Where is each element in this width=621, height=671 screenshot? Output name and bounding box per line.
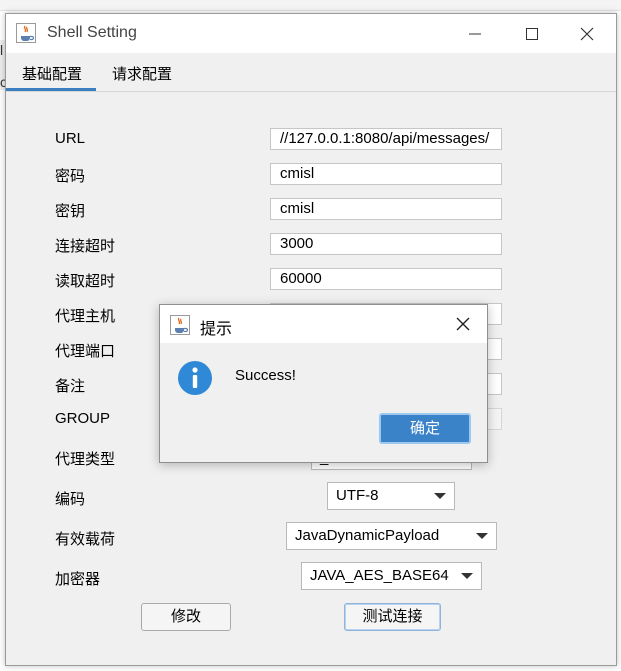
close-button[interactable]	[564, 14, 610, 53]
java-app-icon	[170, 315, 190, 335]
tab-bar: 基础配置 请求配置	[6, 53, 616, 92]
dialog-message: Success!	[235, 367, 296, 384]
cryptor-label: 加密器	[55, 571, 101, 588]
payload-value: JavaDynamicPayload	[295, 527, 440, 544]
active-tab-indicator	[6, 88, 96, 91]
minimize-icon	[469, 33, 481, 34]
chevron-down-icon	[434, 493, 446, 499]
password-field[interactable]: cmisl	[270, 163, 502, 185]
cryptor-value: JAVA_AES_BASE64	[310, 567, 449, 584]
cryptor-select[interactable]: JAVA_AES_BASE64	[301, 562, 482, 590]
read-timeout-label: 读取超时	[55, 273, 116, 290]
connect-timeout-field[interactable]: 3000	[270, 233, 502, 255]
message-dialog: 提示 Success! 确定	[159, 304, 488, 463]
ok-button[interactable]: 确定	[379, 413, 471, 444]
encoding-value: UTF-8	[336, 487, 379, 504]
maximize-button[interactable]	[509, 14, 555, 53]
dialog-titlebar[interactable]: 提示	[160, 305, 487, 343]
test-connection-button[interactable]: 测试连接	[344, 603, 441, 631]
password-label: 密码	[55, 168, 86, 185]
minimize-button[interactable]	[452, 14, 498, 53]
dialog-title: 提示	[200, 321, 233, 338]
background-app-bar	[0, 0, 621, 11]
group-label: GROUP	[55, 410, 111, 427]
proxy-type-label: 代理类型	[55, 451, 116, 468]
background-text: l	[0, 42, 4, 58]
tab-request-config[interactable]: 请求配置	[112, 63, 172, 84]
encoding-label: 编码	[55, 491, 86, 508]
close-icon	[580, 27, 594, 40]
secret-key-label: 密钥	[55, 203, 86, 220]
modify-button[interactable]: 修改	[141, 603, 231, 631]
proxy-port-label: 代理端口	[55, 343, 116, 360]
url-label: URL	[55, 130, 86, 147]
url-field[interactable]: //127.0.0.1:8080/api/messages/	[270, 128, 502, 150]
encoding-select[interactable]: UTF-8	[327, 482, 455, 510]
tab-basic-config[interactable]: 基础配置	[22, 63, 82, 84]
payload-select[interactable]: JavaDynamicPayload	[286, 522, 497, 550]
chevron-down-icon	[461, 573, 473, 579]
close-icon[interactable]	[453, 314, 473, 334]
read-timeout-field[interactable]: 60000	[270, 268, 502, 290]
remark-label: 备注	[55, 378, 86, 395]
java-app-icon	[16, 23, 36, 43]
chevron-down-icon	[476, 533, 488, 539]
info-icon	[178, 361, 212, 395]
secret-key-field[interactable]: cmisl	[270, 198, 502, 220]
connect-timeout-label: 连接超时	[55, 238, 116, 255]
window-title: Shell Setting	[47, 24, 137, 41]
payload-label: 有效载荷	[55, 531, 116, 548]
window-titlebar[interactable]: Shell Setting	[6, 14, 616, 53]
maximize-icon	[526, 27, 538, 40]
proxy-host-label: 代理主机	[55, 308, 116, 325]
